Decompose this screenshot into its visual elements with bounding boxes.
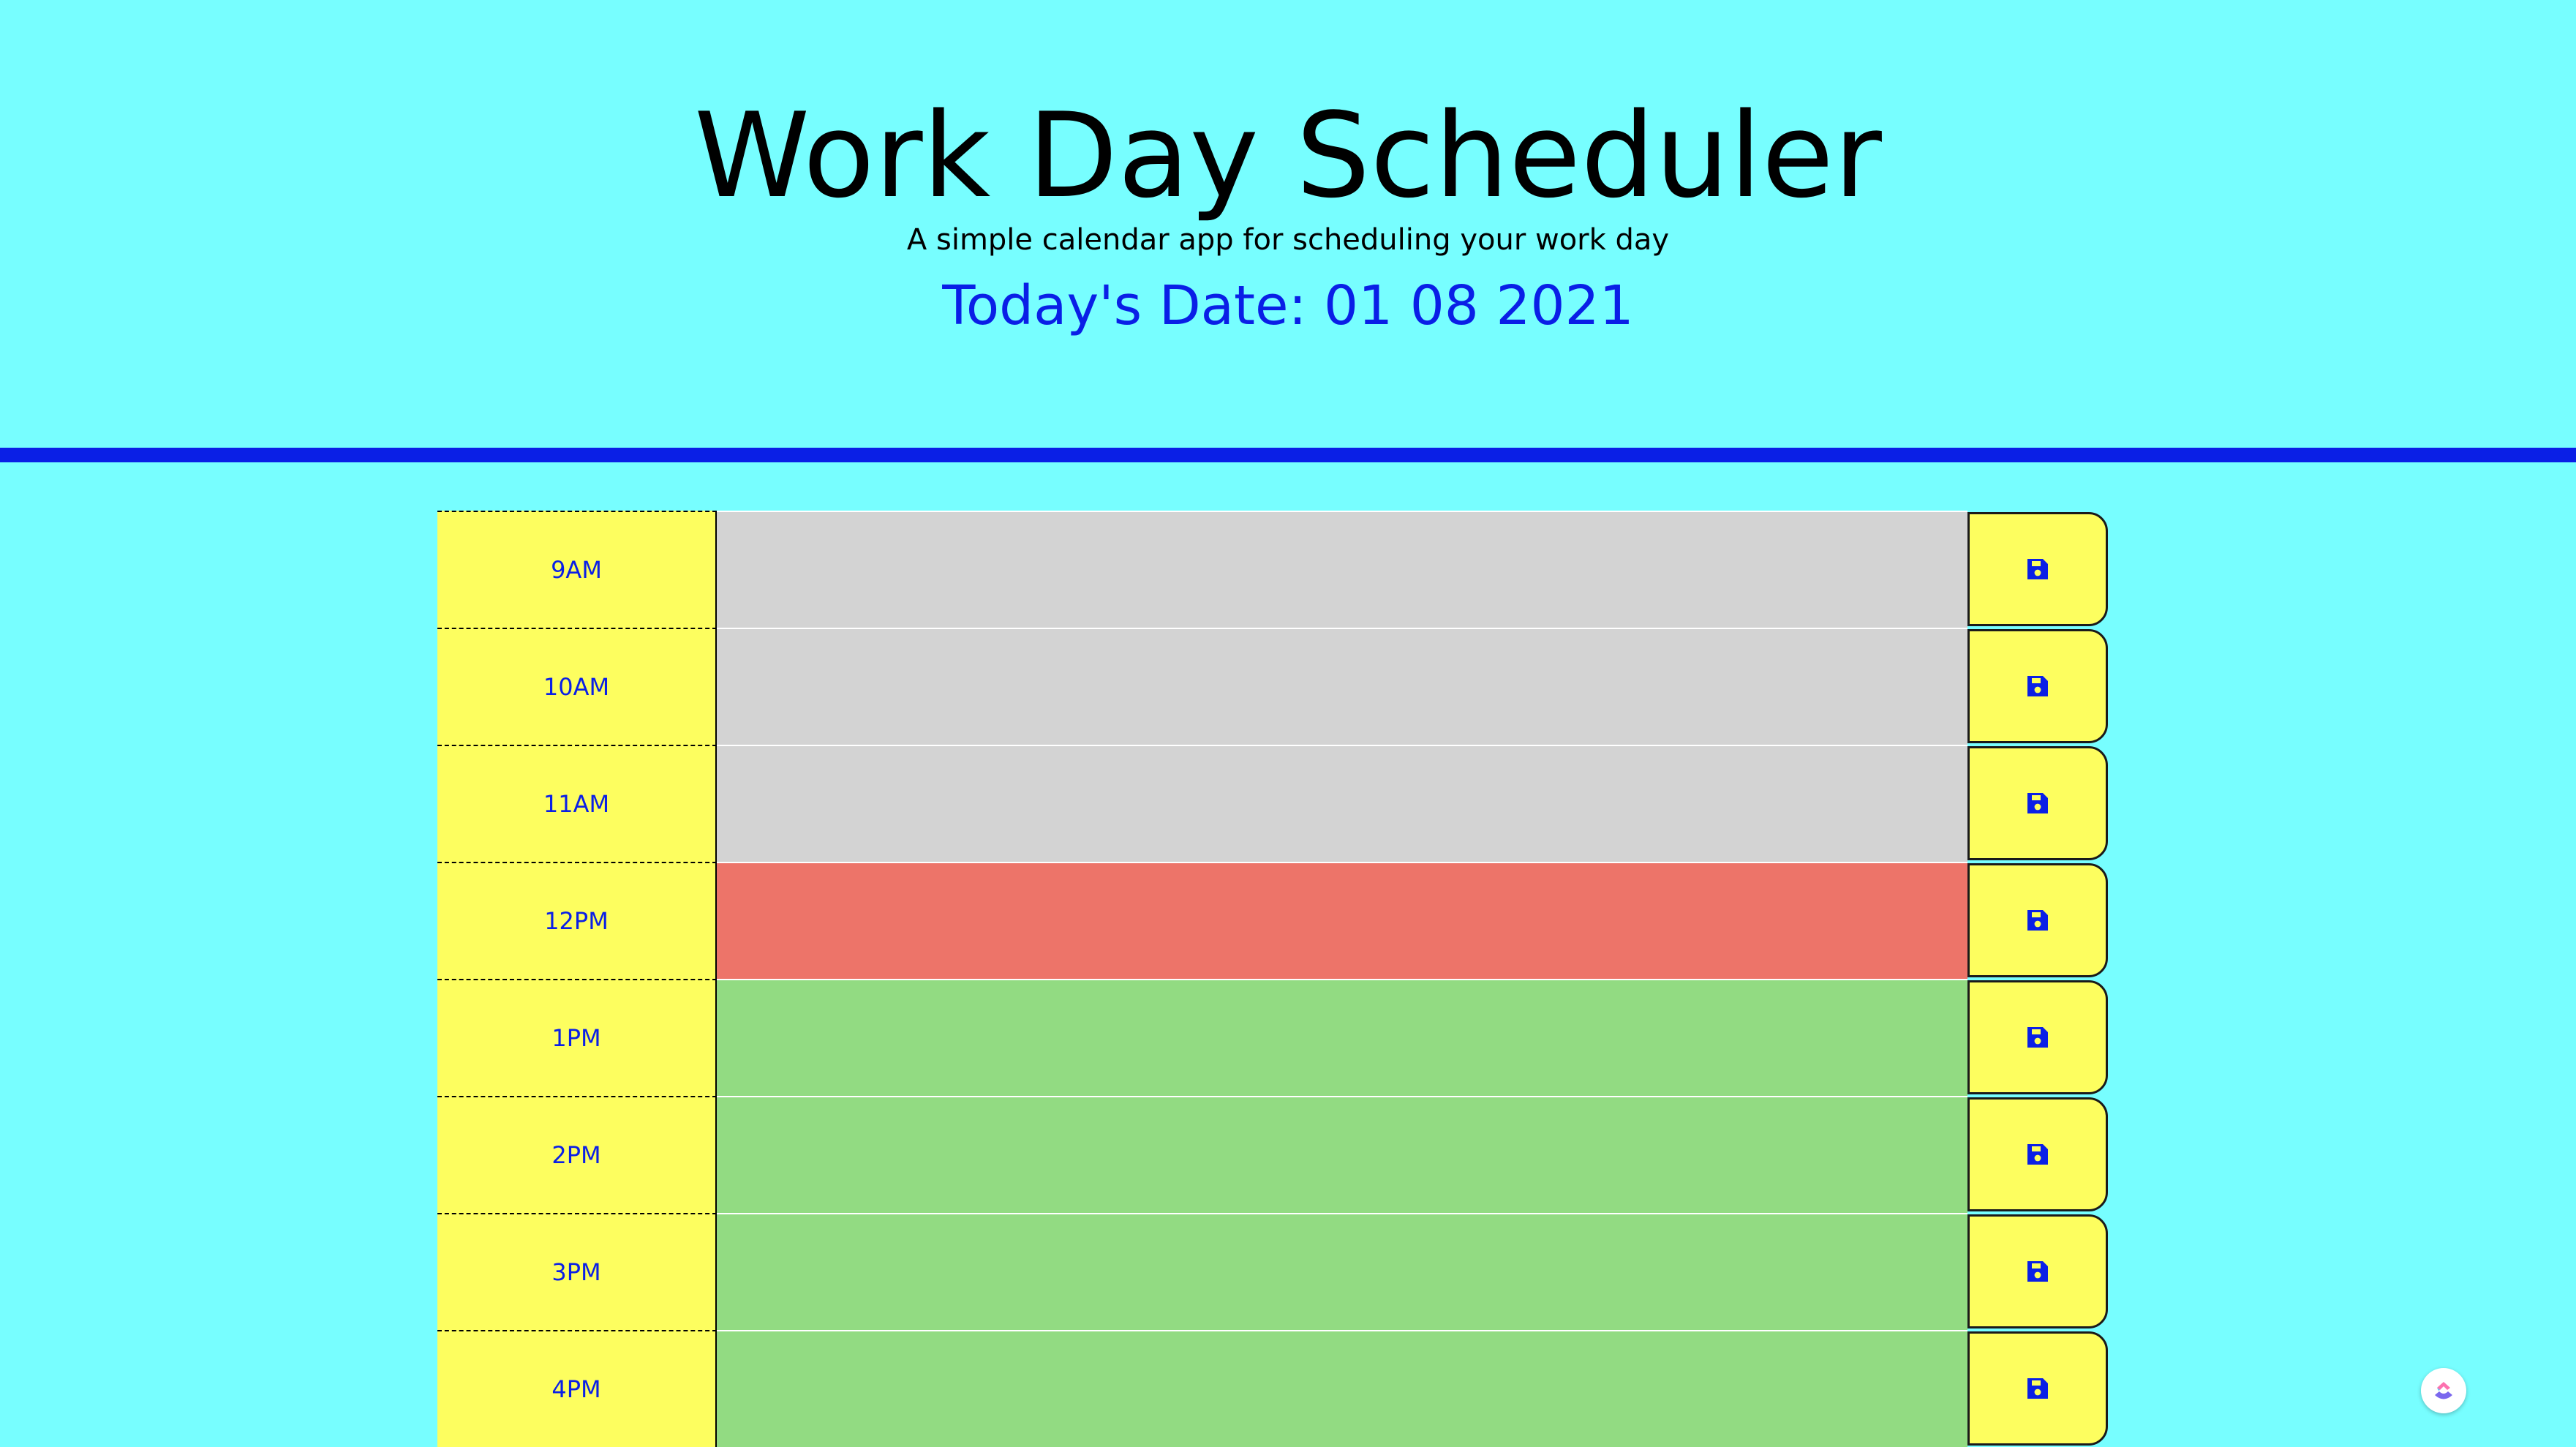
hour-label: 12PM: [437, 862, 717, 979]
time-block-row: 11AM: [437, 745, 2109, 862]
save-button[interactable]: [1967, 746, 2108, 860]
hour-label: 2PM: [437, 1096, 717, 1213]
event-textarea[interactable]: [717, 745, 1967, 862]
schedule-list: 9AM 10AM 11AM 12PM 1PM 2PM 3PM 4PM: [437, 511, 2109, 1447]
event-textarea[interactable]: [717, 862, 1967, 979]
page-subtitle: A simple calendar app for scheduling you…: [906, 223, 1670, 257]
save-button[interactable]: [1967, 863, 2108, 977]
save-button[interactable]: [1967, 980, 2108, 1094]
header-divider: [0, 448, 2576, 462]
save-button[interactable]: [1967, 1097, 2108, 1211]
time-block-row: 10AM: [437, 628, 2109, 745]
save-icon: [2027, 793, 2048, 813]
time-block-row: 4PM: [437, 1330, 2109, 1447]
event-textarea[interactable]: [717, 1096, 1967, 1213]
clickup-icon[interactable]: [2421, 1368, 2466, 1413]
time-block-row: 12PM: [437, 862, 2109, 979]
hour-label: 10AM: [437, 628, 717, 745]
hour-label: 4PM: [437, 1330, 717, 1447]
page-header: Work Day Scheduler A simple calendar app…: [0, 0, 2576, 448]
time-block-row: 1PM: [437, 979, 2109, 1096]
save-icon: [2027, 1144, 2048, 1165]
event-textarea[interactable]: [717, 1213, 1967, 1330]
save-icon: [2027, 1261, 2048, 1282]
hour-label: 11AM: [437, 745, 717, 862]
save-button[interactable]: [1967, 1331, 2108, 1446]
save-icon: [2027, 1378, 2048, 1399]
hour-label: 9AM: [437, 511, 717, 628]
time-block-row: 3PM: [437, 1213, 2109, 1330]
save-icon: [2027, 676, 2048, 696]
save-button[interactable]: [1967, 512, 2108, 626]
hour-label: 3PM: [437, 1213, 717, 1330]
hour-label: 1PM: [437, 979, 717, 1096]
page-title: Work Day Scheduler: [694, 87, 1882, 224]
save-icon: [2027, 910, 2048, 931]
event-textarea[interactable]: [717, 979, 1967, 1096]
current-date: Today's Date: 01 08 2021: [942, 274, 1634, 337]
save-icon: [2027, 559, 2048, 579]
save-button[interactable]: [1967, 1214, 2108, 1328]
event-textarea[interactable]: [717, 511, 1967, 628]
save-icon: [2027, 1027, 2048, 1048]
save-button[interactable]: [1967, 629, 2108, 743]
time-block-row: 2PM: [437, 1096, 2109, 1213]
event-textarea[interactable]: [717, 628, 1967, 745]
event-textarea[interactable]: [717, 1330, 1967, 1447]
time-block-row: 9AM: [437, 511, 2109, 628]
